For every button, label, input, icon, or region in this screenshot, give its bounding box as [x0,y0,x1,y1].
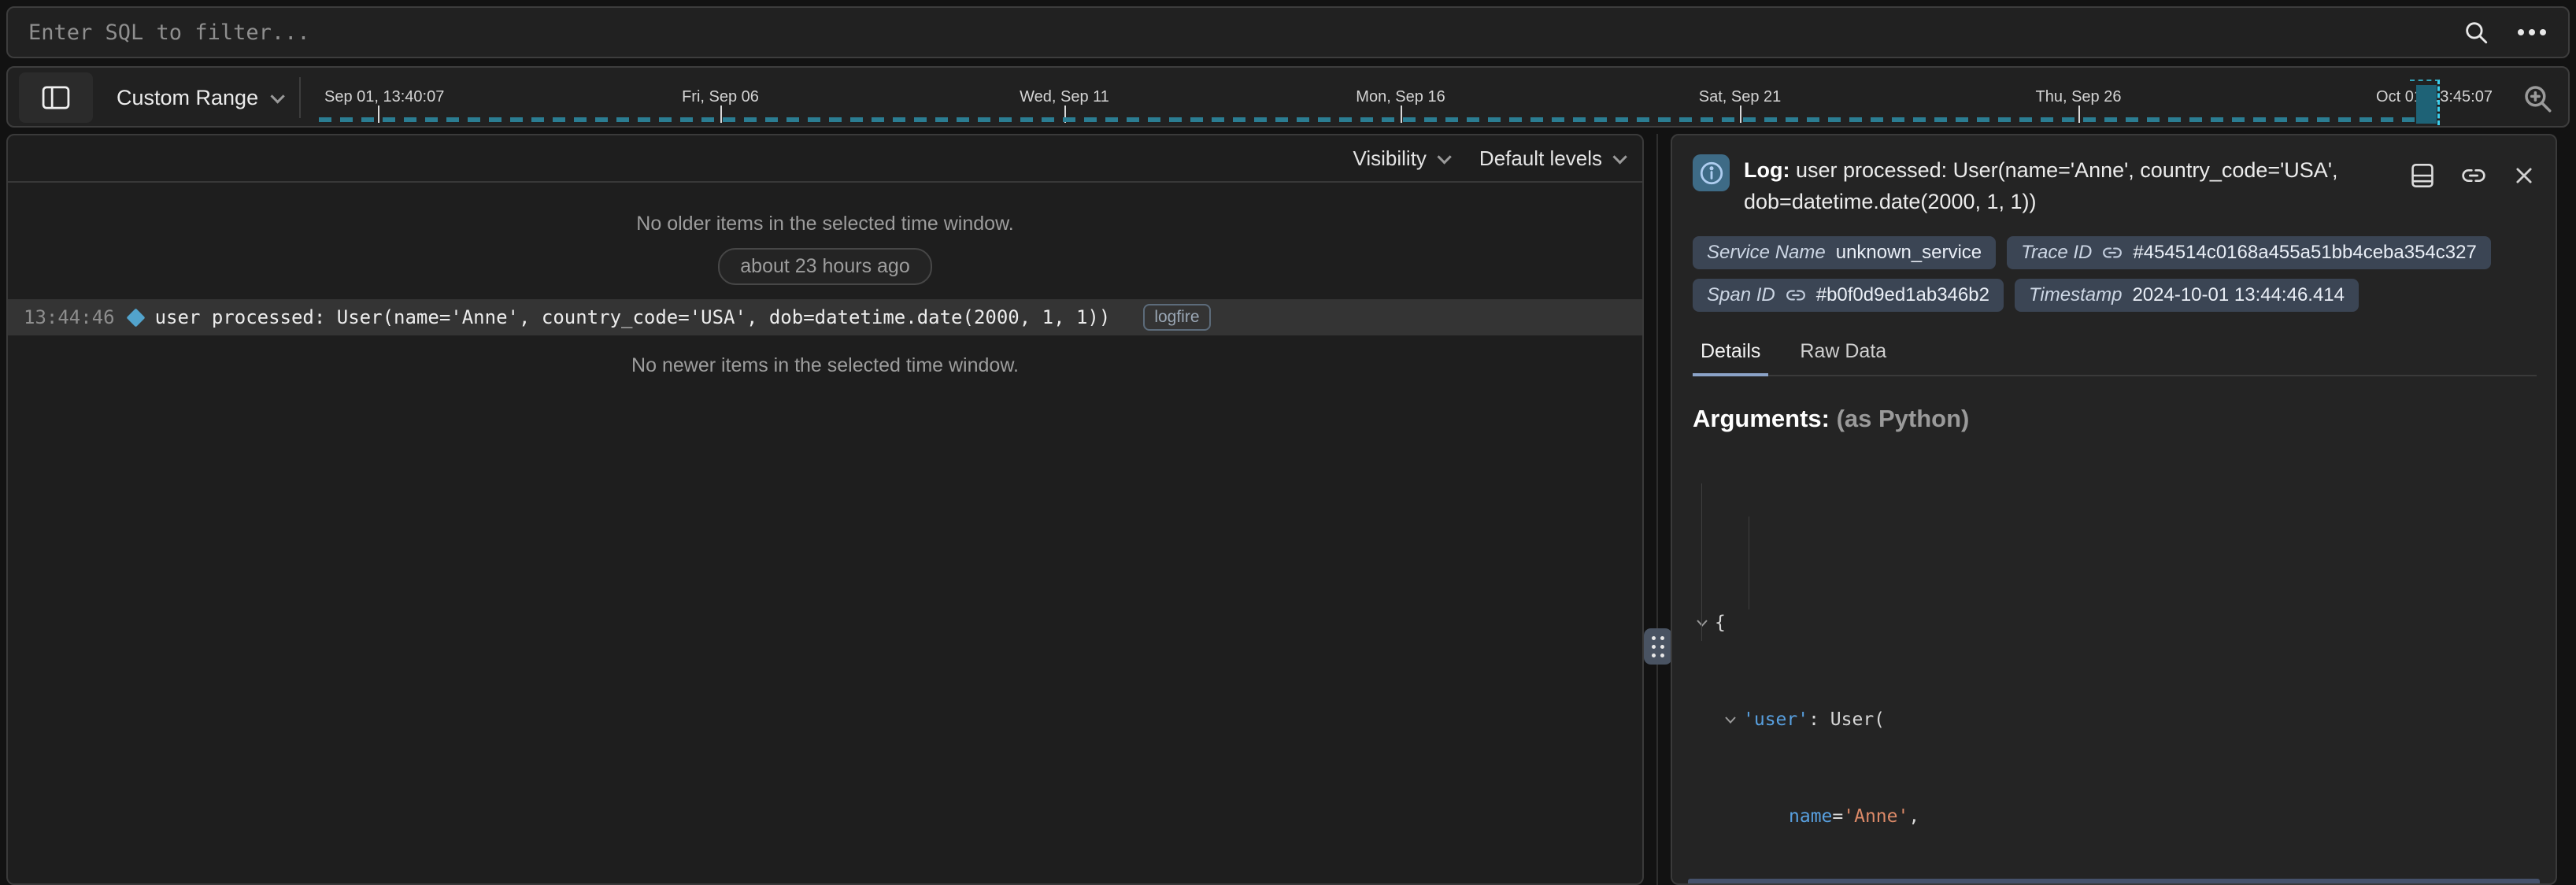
chevron-down-icon [271,89,285,103]
sidebar-toggle-button[interactable] [19,72,93,123]
section-divider [1688,879,2540,883]
no-newer-items-text: No newer items in the selected time wind… [8,354,1642,377]
tab-raw-data[interactable]: Raw Data [1792,334,1894,375]
collapse-caret-icon[interactable] [1693,620,1712,627]
timeline-label: Sat, Sep 21 [1699,88,1782,106]
code-token: = [1832,801,1843,833]
tab-details[interactable]: Details [1693,334,1768,376]
code-key: name [1789,801,1832,833]
no-older-items-text: No older items in the selected time wind… [8,213,1642,235]
badge-value: #454514c0168a455a51bb4ceba354c327 [2133,242,2476,264]
chevron-down-icon [1437,150,1451,164]
visibility-label: Visibility [1353,146,1426,171]
log-list-header: Visibility Default levels [8,135,1642,183]
trace-id-badge[interactable]: Trace ID #454514c0168a455a51bb4ceba354c3… [2007,236,2491,269]
timeline-label: Sep 01, 13:40:07 [324,88,444,106]
timestamp-badge: Timestamp 2024-10-01 13:44:46.414 [2015,279,2359,312]
timeline-selection-marker[interactable] [2410,80,2440,125]
timeline-label: Mon, Sep 16 [1356,88,1445,106]
sql-filter-bar[interactable]: Enter SQL to filter... [6,6,2570,58]
time-ago-pill[interactable]: about 23 hours ago [718,248,931,285]
link-icon [2102,243,2123,263]
panel-drag-handle[interactable] [1644,628,1672,665]
detail-title-prefix: Log: [1744,158,1790,182]
log-list-panel: Visibility Default levels No older items… [6,134,1644,885]
badge-value: 2024-10-01 13:44:46.414 [2132,284,2345,306]
collapse-caret-icon[interactable] [1721,717,1740,724]
log-row[interactable]: 13:44:46 user processed: User(name='Anne… [8,299,1642,335]
panel-split-divider [1656,134,1658,885]
arguments-heading-suffix: (as Python) [1837,405,1970,432]
link-icon [1786,285,1806,305]
close-icon[interactable] [2513,165,2535,187]
badge-label: Timestamp [2029,284,2122,306]
log-row-message: user processed: User(name='Anne', countr… [155,306,1111,328]
split-view-icon[interactable] [2411,162,2434,189]
search-icon[interactable] [2463,19,2489,46]
detail-tabs: Details Raw Data [1693,334,2537,376]
detail-title-text: user processed: User(name='Anne', countr… [1744,158,2337,213]
arguments-code-tree: { 'user': User( name='Anne', country_cod… [1693,446,2537,885]
badge-label: Trace ID [2021,242,2092,264]
service-name-badge: Service Name unknown_service [1693,236,1996,269]
span-id-badge[interactable]: Span ID #b0f0d9ed1ab346b2 [1693,279,2004,312]
badge-value: unknown_service [1836,242,1982,264]
arguments-heading-text: Arguments: [1693,405,1830,432]
badge-value: #b0f0d9ed1ab346b2 [1816,284,1989,306]
info-icon [1693,154,1730,191]
code-string: 'Anne' [1843,801,1908,833]
timeline-activity-dashes [319,117,2441,122]
arguments-heading: Arguments: (as Python) [1693,405,2537,433]
timeline-label: Wed, Sep 11 [1020,88,1109,106]
divider [299,77,301,118]
chevron-down-icon [1612,150,1627,164]
copy-link-icon[interactable] [2461,163,2486,188]
code-token: User( [1830,704,1885,736]
timeline-label: Thu, Sep 26 [2036,88,2122,106]
sql-filter-input[interactable]: Enter SQL to filter... [28,20,2463,45]
log-level-diamond-icon [126,308,145,327]
detail-title: Log: user processed: User(name='Anne', c… [1744,154,2382,217]
code-token: : [1808,704,1830,736]
timeline-bar: Custom Range Sep 01, 13:40:07 Fri, Sep 0… [6,66,2570,128]
code-token: , [1908,801,1919,833]
log-detail-panel: Log: user processed: User(name='Anne', c… [1671,134,2557,885]
indent-guide [1701,483,1702,641]
code-token: { [1715,607,1726,639]
more-options-icon[interactable] [2516,28,2548,37]
badge-label: Span ID [1707,284,1775,306]
default-levels-label: Default levels [1479,146,1602,171]
log-row-time: 13:44:46 [24,306,115,328]
code-key: 'user' [1743,704,1808,736]
zoom-in-icon[interactable] [2521,82,2554,115]
visibility-dropdown[interactable]: Visibility [1353,146,1447,171]
log-row-tag[interactable]: logfire [1143,304,1210,331]
time-range-label: Custom Range [117,86,258,110]
badge-label: Service Name [1707,242,1826,264]
timeline-label: Fri, Sep 06 [682,88,759,106]
time-range-dropdown[interactable]: Custom Range [117,68,281,128]
default-levels-dropdown[interactable]: Default levels [1479,146,1623,171]
